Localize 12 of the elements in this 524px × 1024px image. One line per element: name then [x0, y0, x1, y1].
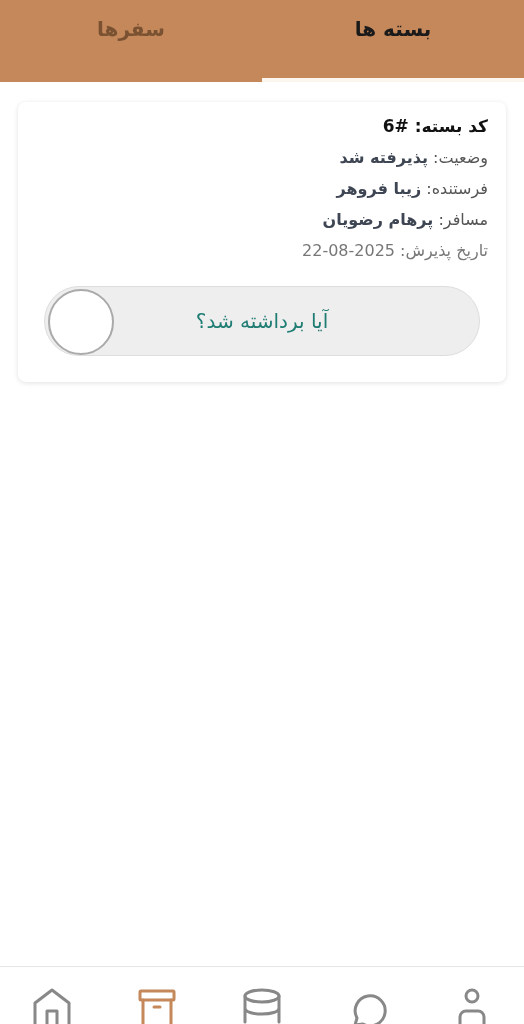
box-icon[interactable]	[137, 987, 178, 1024]
package-detail: کد بسته: #6	[382, 116, 488, 136]
package-detail: مسافر: پرهام رضویان	[322, 210, 488, 229]
date-label: تاریخ پذیرش:	[400, 241, 488, 260]
date-value: 22-08-2025	[302, 241, 395, 260]
home-icon[interactable]	[32, 987, 73, 1024]
database-icon[interactable]	[242, 987, 282, 1024]
package-detail: فرستنده: زیبا فروهر	[336, 179, 488, 198]
tab[interactable]: سفرها	[0, 0, 262, 82]
pickup-toggle[interactable]: آیا برداشته شد؟	[44, 286, 480, 356]
tab[interactable]: بسته ها	[262, 0, 524, 82]
package-detail: وضعیت: پذیرفته شد	[339, 148, 488, 167]
